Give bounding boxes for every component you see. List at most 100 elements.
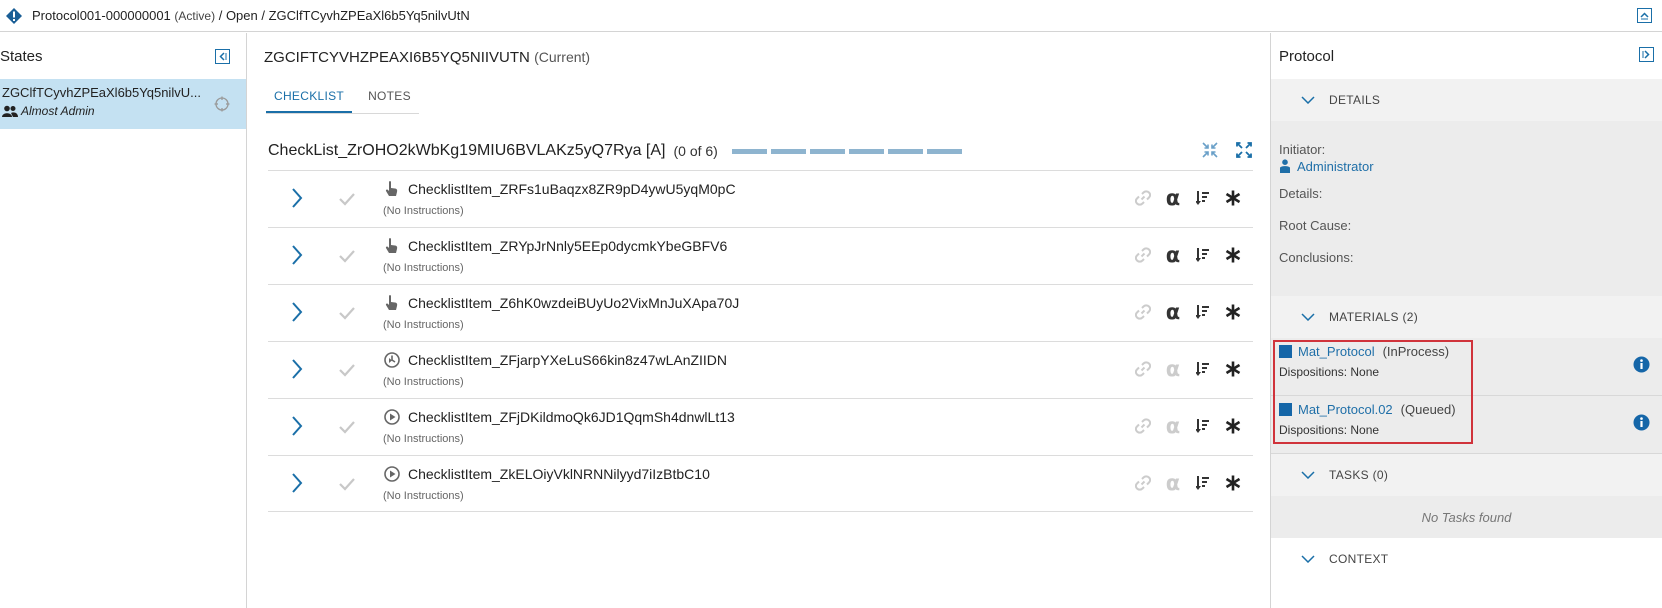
state-name: ZGClfTCyvhZPEaXl6b5Yq5nilvU...: [2, 85, 201, 100]
chevron-down-icon: [1301, 313, 1315, 321]
checkmark-icon[interactable]: [338, 476, 356, 492]
play-icon: [384, 466, 400, 482]
timer-icon: [384, 352, 400, 368]
materials-header-label: MATERIALS (2): [1329, 310, 1419, 324]
collapse-left-icon[interactable]: [215, 48, 230, 64]
sort-order-icon[interactable]: [1193, 245, 1213, 265]
details-header-label: DETAILS: [1329, 93, 1381, 107]
asterisk-icon[interactable]: [1223, 416, 1243, 436]
sort-order-icon[interactable]: [1193, 416, 1213, 436]
material-name-link[interactable]: Mat_Protocol: [1298, 344, 1375, 359]
checklist-item-actions: α: [1133, 188, 1243, 209]
protocol-panel: Protocol DETAILS Initiator: Administrato…: [1270, 33, 1662, 608]
material-name-link[interactable]: Mat_Protocol.02: [1298, 402, 1393, 417]
progress-segment: [926, 148, 962, 154]
checklist-item-name[interactable]: ChecklistItem_ZRFs1uBaqzx8ZR9pD4ywU5yqM0…: [408, 181, 736, 197]
sort-order-icon[interactable]: [1193, 473, 1213, 493]
checkmark-icon[interactable]: [338, 305, 356, 321]
alpha-icon[interactable]: α: [1163, 302, 1183, 323]
states-panel: States ZGClfTCyvhZPEaXl6b5Yq5nilvU... Al…: [0, 33, 247, 608]
link-icon[interactable]: [1133, 416, 1153, 436]
collapse-all-icon[interactable]: [1201, 141, 1219, 159]
checklist-item-row[interactable]: ChecklistItem_ZFjarpYXeLuS66kin8z47wLAnZ…: [268, 341, 1253, 398]
chevron-right-icon[interactable]: [290, 358, 304, 380]
top-bar: Protocol001-000000001 (Active) / Open / …: [0, 0, 1662, 32]
conclusions-label: Conclusions:: [1279, 249, 1354, 265]
link-icon[interactable]: [1133, 359, 1153, 379]
checklist-item-name[interactable]: ChecklistItem_ZRYpJrNnly5EEp0dycmkYbeGBF…: [408, 238, 727, 254]
link-icon[interactable]: [1133, 473, 1153, 493]
checklist-item-instructions: (No Instructions): [383, 490, 464, 502]
page-title-name: ZGCIFTCYVHZPEAXI6B5YQ5NIIVUTN: [264, 49, 530, 66]
chevron-right-icon[interactable]: [290, 415, 304, 437]
page-title-suffix: (Current): [534, 49, 591, 65]
initiator-link[interactable]: Administrator: [1279, 155, 1662, 177]
asterisk-icon[interactable]: [1223, 359, 1243, 379]
collapse-header-icon[interactable]: [1637, 8, 1652, 23]
play-icon: [384, 409, 400, 425]
chevron-right-icon[interactable]: [290, 472, 304, 494]
crosshair-icon[interactable]: [214, 96, 230, 112]
checklist-item-actions: α: [1133, 359, 1243, 380]
link-icon[interactable]: [1133, 188, 1153, 208]
state-list-item[interactable]: ZGClfTCyvhZPEaXl6b5Yq5nilvU... Almost Ad…: [0, 79, 246, 129]
material-square-icon: [1279, 345, 1292, 358]
link-icon[interactable]: [1133, 245, 1153, 265]
sort-order-icon[interactable]: [1193, 359, 1213, 379]
collapse-right-icon[interactable]: [1639, 47, 1654, 62]
progress-segment: [848, 148, 884, 154]
link-icon[interactable]: [1133, 302, 1153, 322]
checkmark-icon[interactable]: [338, 248, 356, 264]
checklist-item-name[interactable]: ChecklistItem_ZkELOiyVklNRNNilyyd7iIzBtb…: [408, 466, 710, 482]
material-status: (InProcess): [1382, 344, 1450, 359]
tab-checklist[interactable]: CHECKLIST: [266, 83, 353, 113]
checklist-item-row[interactable]: ChecklistItem_ZRFs1uBaqzx8ZR9pD4ywU5yqM0…: [268, 170, 1253, 227]
asterisk-icon[interactable]: [1223, 245, 1243, 265]
alpha-icon[interactable]: α: [1163, 473, 1183, 494]
manual-icon: [385, 181, 398, 196]
details-body: Initiator: Administrator Details: Root C…: [1271, 121, 1662, 296]
manual-icon: [385, 295, 398, 310]
checkmark-icon[interactable]: [338, 362, 356, 378]
checklist-item-row[interactable]: ChecklistItem_ZkELOiyVklNRNNilyyd7iIzBtb…: [268, 455, 1253, 512]
checklist-item-instructions: (No Instructions): [383, 205, 464, 217]
alpha-icon[interactable]: α: [1163, 188, 1183, 209]
info-icon[interactable]: [1633, 414, 1650, 431]
alpha-icon[interactable]: α: [1163, 245, 1183, 266]
expand-all-icon[interactable]: [1235, 141, 1253, 159]
breadcrumb-protocol[interactable]: Protocol001-000000001: [32, 8, 171, 23]
chevron-right-icon[interactable]: [290, 301, 304, 323]
details-section-header[interactable]: DETAILS: [1271, 79, 1662, 121]
checklist-item-name[interactable]: ChecklistItem_ZFjarpYXeLuS66kin8z47wLAnZ…: [408, 352, 727, 368]
alpha-icon[interactable]: α: [1163, 359, 1183, 380]
checklist-item-name[interactable]: ChecklistItem_Z6hK0wzdeiBUyUo2VixMnJuXAp…: [408, 295, 739, 311]
context-section-header[interactable]: CONTEXT: [1271, 538, 1662, 580]
tab-notes[interactable]: NOTES: [360, 83, 419, 113]
checklist-item-row[interactable]: ChecklistItem_ZFjDKildmoQk6JD1QqmSh4dnwl…: [268, 398, 1253, 455]
checklist-item-name[interactable]: ChecklistItem_ZFjDKildmoQk6JD1QqmSh4dnwl…: [408, 409, 735, 425]
tasks-empty-message: No Tasks found: [1271, 496, 1662, 538]
asterisk-icon[interactable]: [1223, 302, 1243, 322]
checklist-item-row[interactable]: ChecklistItem_Z6hK0wzdeiBUyUo2VixMnJuXAp…: [268, 284, 1253, 341]
asterisk-icon[interactable]: [1223, 473, 1243, 493]
protocol-title: Protocol: [1279, 47, 1335, 65]
sort-order-icon[interactable]: [1193, 302, 1213, 322]
tasks-section-header[interactable]: TASKS (0): [1271, 454, 1662, 496]
chevron-right-icon[interactable]: [290, 244, 304, 266]
info-icon[interactable]: [1633, 356, 1650, 373]
checklist-item-row[interactable]: ChecklistItem_ZRYpJrNnly5EEp0dycmkYbeGBF…: [268, 227, 1253, 284]
checklist-item-actions: α: [1133, 302, 1243, 323]
asterisk-icon[interactable]: [1223, 188, 1243, 208]
alpha-icon[interactable]: α: [1163, 416, 1183, 437]
checkmark-icon[interactable]: [338, 419, 356, 435]
checklist-item-instructions: (No Instructions): [383, 319, 464, 331]
state-user: Almost Admin: [2, 104, 246, 118]
materials-body: Mat_Protocol (InProcess) Dispositions: N…: [1271, 338, 1662, 454]
checkmark-icon[interactable]: [338, 191, 356, 207]
progress-segment: [809, 148, 845, 154]
breadcrumb-state[interactable]: Open: [226, 8, 258, 23]
materials-section-header[interactable]: MATERIALS (2): [1271, 296, 1662, 338]
chevron-right-icon[interactable]: [290, 187, 304, 209]
sort-order-icon[interactable]: [1193, 188, 1213, 208]
checklist-title: CheckList_ZrOHO2kWbKg19MIU6BVLAKz5yQ7Rya…: [268, 142, 666, 159]
